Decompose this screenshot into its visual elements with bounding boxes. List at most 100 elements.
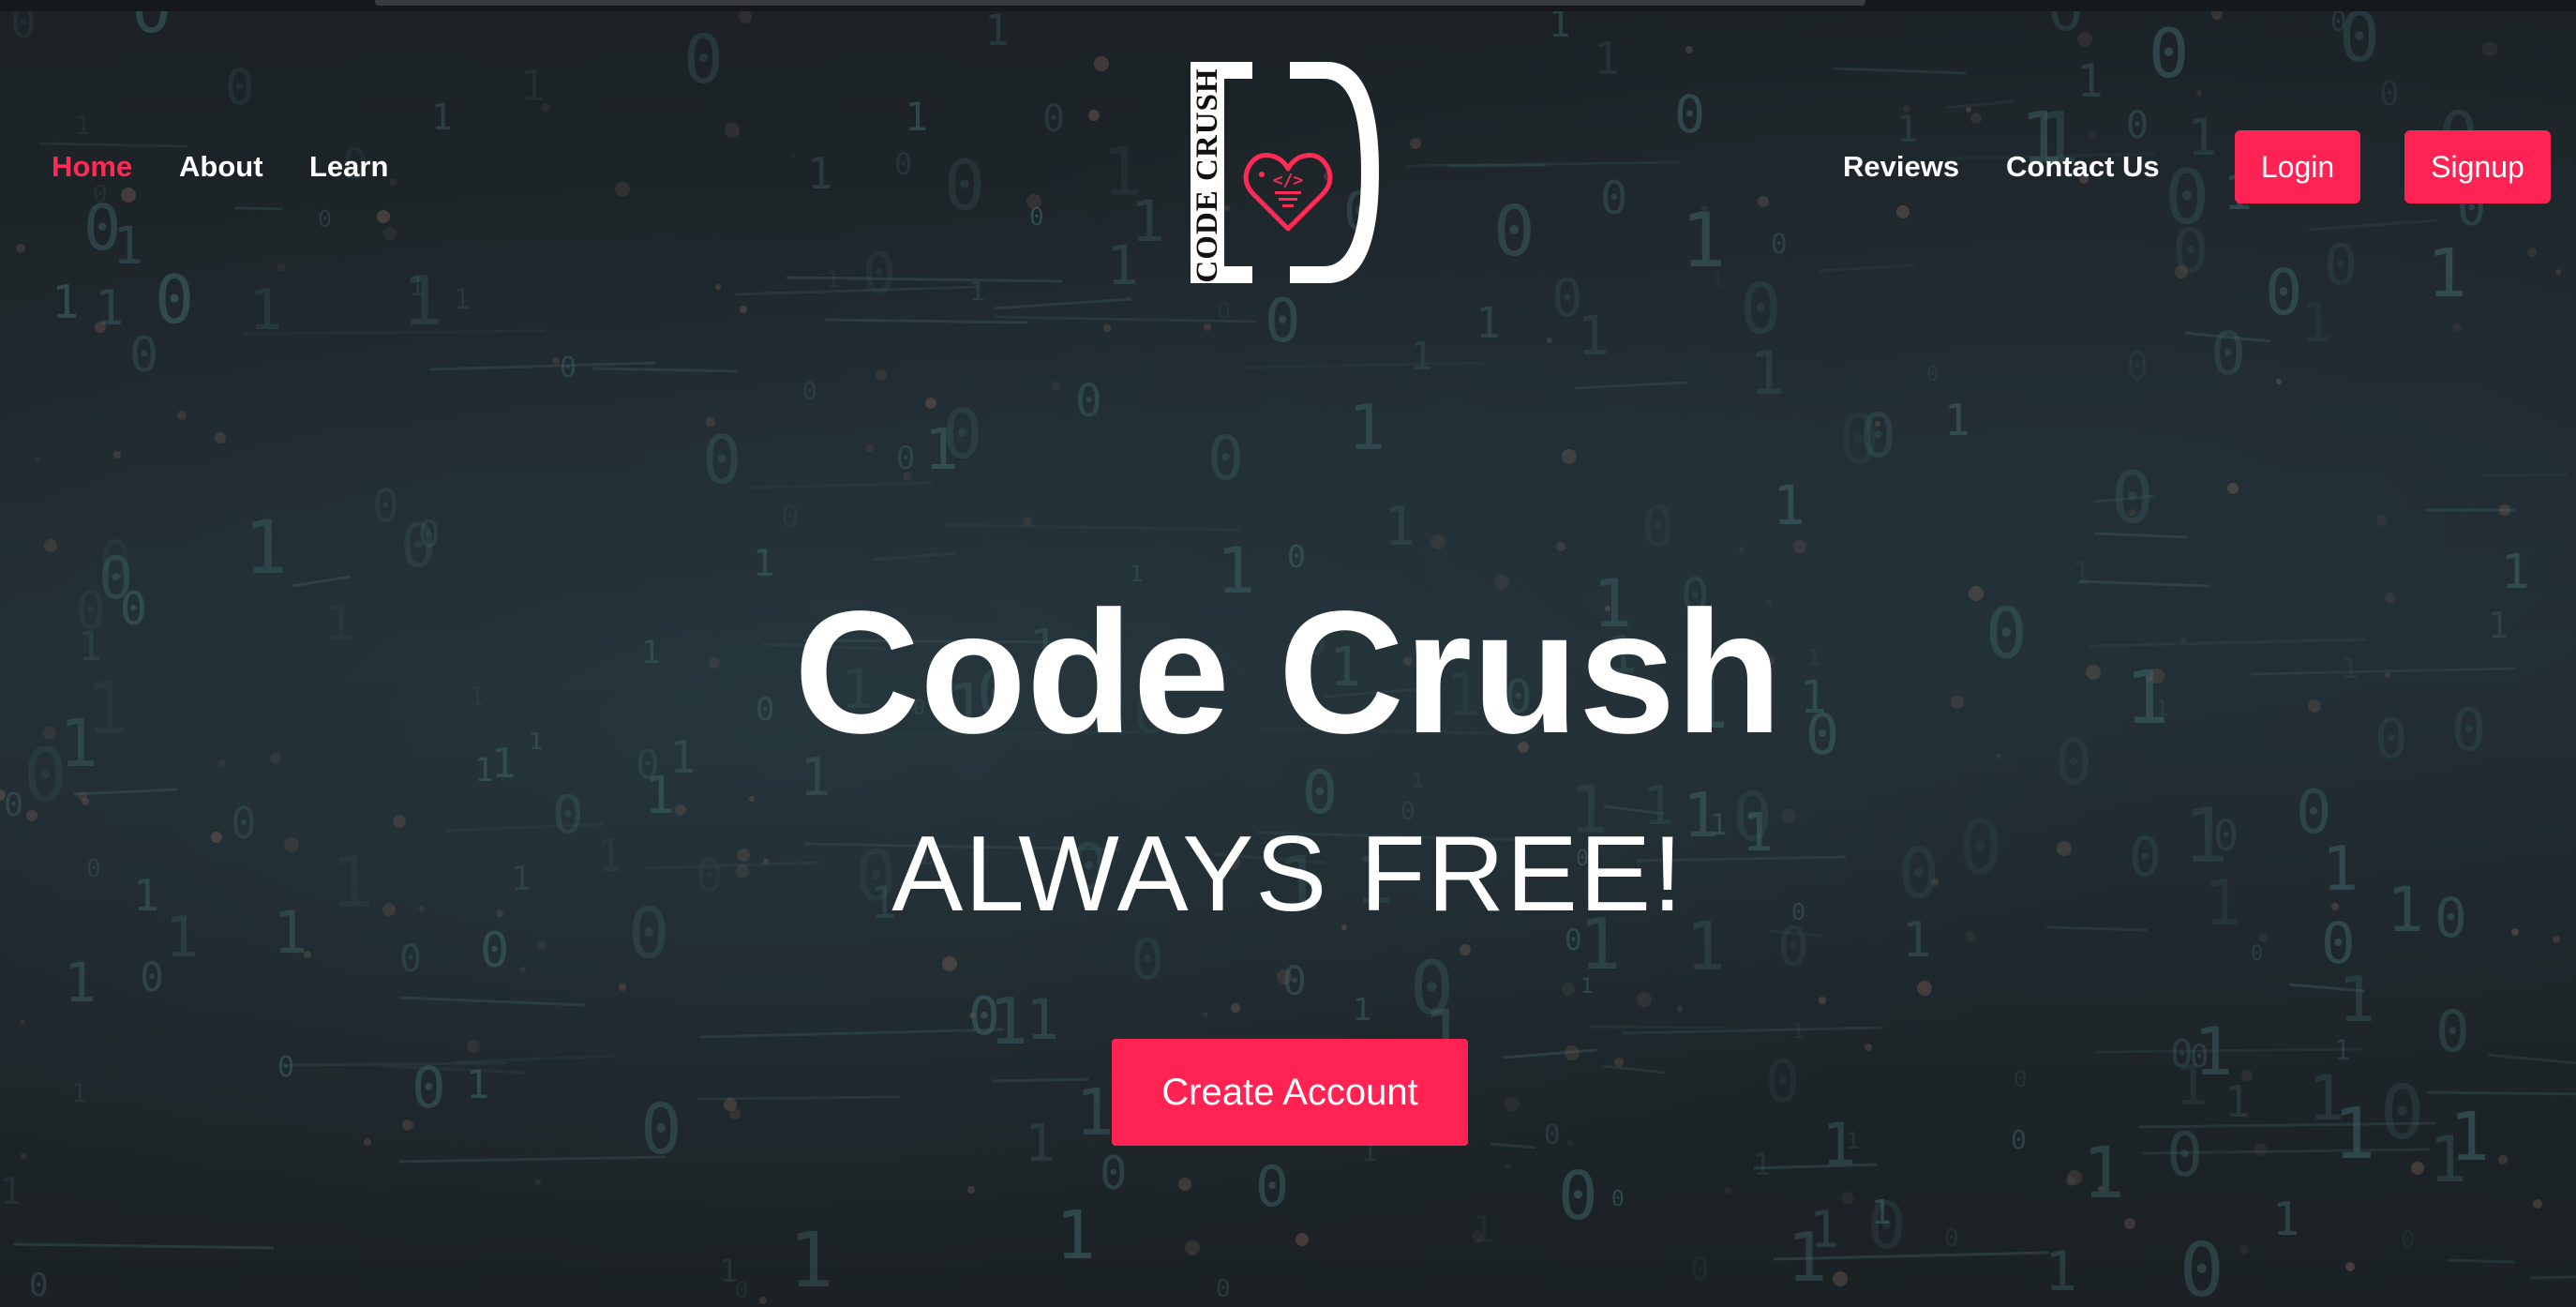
binary-digit: 1: [1025, 1113, 1056, 1173]
binary-digit: 1: [1773, 473, 1805, 537]
bokeh-dot: [903, 472, 912, 481]
bokeh-dot: [1547, 338, 1552, 343]
binary-digit: 0: [29, 1267, 48, 1304]
binary-digit: 1: [1749, 339, 1786, 409]
bokeh-dot: [1430, 534, 1445, 549]
bokeh-dot: [2533, 1199, 2542, 1209]
bokeh-dot: [2124, 1218, 2135, 1229]
bokeh-dot: [1204, 323, 1211, 331]
code-line: [696, 1095, 902, 1101]
binary-digit: 1: [1753, 1147, 1771, 1182]
binary-digit: 1: [2082, 1131, 2125, 1214]
code-line: [1574, 381, 1688, 390]
bokeh-dot: [1966, 932, 1975, 941]
binary-digit: 0: [781, 498, 800, 534]
bokeh-dot: [2499, 504, 2510, 516]
bokeh-dot: [2098, 1186, 2104, 1192]
binary-digit: 0: [140, 954, 164, 1001]
bokeh-dot: [2511, 928, 2519, 936]
nav-learn-link[interactable]: Learn: [309, 150, 388, 184]
code-line: [1502, 1048, 1597, 1059]
binary-digit: 0: [1558, 1157, 1598, 1235]
code-crush-logo[interactable]: </> CODE CRUSH: [1187, 54, 1389, 294]
bokeh-dot: [538, 941, 546, 949]
code-line: [2427, 1090, 2576, 1096]
binary-digit: 1: [1871, 1194, 1892, 1232]
nav-contact-link[interactable]: Contact Us: [2006, 150, 2160, 184]
binary-digit: 0: [1255, 1154, 1289, 1220]
binary-digit: 1: [1026, 987, 1059, 1053]
bokeh-dot: [1472, 1231, 1483, 1242]
binary-digit: 0: [1544, 1119, 1560, 1150]
binary-digit: 0: [1075, 375, 1102, 428]
binary-digit: 0: [372, 480, 399, 533]
binary-digit: 1: [788, 1217, 834, 1305]
bokeh-dot: [1203, 1012, 1208, 1017]
bokeh-dot: [706, 417, 715, 427]
code-line: [1588, 1025, 1726, 1029]
bokeh-dot: [729, 1108, 741, 1119]
binary-digit: 0: [1944, 1224, 1959, 1253]
bokeh-dot: [1819, 997, 1826, 1004]
bokeh-dot: [969, 1013, 975, 1018]
code-line: [2483, 473, 2569, 477]
bokeh-dot: [535, 1179, 541, 1185]
bokeh-dot: [1277, 969, 1292, 984]
bokeh-dot: [2129, 509, 2136, 517]
bokeh-dot: [2241, 1070, 2253, 1081]
bokeh-dot: [1460, 944, 1471, 955]
svg-text:</>: </>: [1273, 171, 1304, 190]
bokeh-dot: [20, 1019, 25, 1025]
binary-digit: 0: [2251, 942, 2263, 966]
binary-digit: 0: [1641, 494, 1675, 559]
code-line: [872, 551, 958, 562]
signup-button[interactable]: Signup: [2404, 130, 2551, 203]
bokeh-dot: [1614, 1058, 1624, 1067]
bokeh-dot: [1833, 1271, 1848, 1286]
binary-digit: 1: [1348, 391, 1385, 464]
bokeh-dot: [759, 1297, 767, 1304]
binary-digit: 0: [2179, 1227, 2224, 1307]
nav-reviews-link[interactable]: Reviews: [1843, 150, 1959, 184]
code-line: [943, 523, 1241, 532]
binary-digit: 1: [924, 416, 959, 483]
binary-digit: 1: [753, 543, 774, 585]
binary-digit: 1: [1410, 334, 1433, 379]
binary-digit: 0: [1131, 927, 1164, 993]
bokeh-dot: [619, 984, 626, 991]
bokeh-dot: [1051, 382, 1060, 391]
nav-about-link[interactable]: About: [179, 150, 263, 184]
create-account-button[interactable]: Create Account: [1112, 1039, 1468, 1146]
code-line: [12, 1242, 275, 1250]
hero-subtitle: ALWAYS FREE!: [891, 815, 1685, 934]
bokeh-dot: [1562, 449, 1577, 464]
binary-digit: 0: [480, 923, 509, 979]
binary-digit: 1: [0, 1171, 22, 1213]
nav-home-link[interactable]: Home: [52, 150, 132, 184]
binary-digit: 0: [400, 512, 437, 581]
bokeh-dot: [26, 810, 37, 821]
code-line: [749, 481, 934, 489]
login-button[interactable]: Login: [2235, 130, 2360, 203]
binary-digit: 1: [719, 1253, 738, 1290]
binary-digit: 0: [2166, 1120, 2203, 1191]
bokeh-dot: [2553, 936, 2560, 943]
code-line: [824, 318, 1029, 324]
binary-digit: 1: [71, 1077, 87, 1108]
code-line: [73, 788, 178, 796]
binary-digit: 0: [2126, 345, 2149, 388]
binary-digit: 1: [466, 1061, 489, 1107]
bokeh-dot: [2345, 1262, 2355, 1271]
binary-digit: 1: [2224, 1076, 2251, 1127]
bokeh-dot: [1875, 421, 1880, 427]
code-line: [382, 1064, 527, 1074]
code-line: [277, 1061, 508, 1067]
code-line: [2529, 1275, 2576, 1280]
bokeh-dot: [1103, 324, 1111, 332]
binary-digit: 0: [702, 422, 741, 499]
binary-digit: 1: [2044, 1239, 2077, 1303]
bokeh-dot: [1023, 517, 1032, 526]
bokeh-dot: [95, 322, 106, 333]
bokeh-dot: [2411, 1162, 2424, 1175]
code-line: [243, 329, 547, 336]
